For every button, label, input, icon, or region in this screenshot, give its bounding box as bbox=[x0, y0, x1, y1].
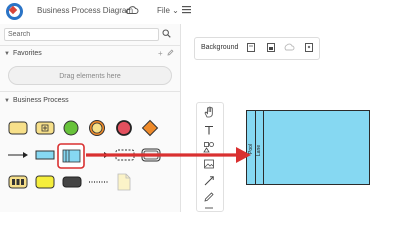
subprocess-icon[interactable] bbox=[35, 120, 55, 136]
intermediate-event-icon[interactable] bbox=[88, 119, 106, 137]
document-icon[interactable] bbox=[116, 172, 132, 192]
document-title[interactable]: Business Process Diagram bbox=[37, 6, 133, 15]
line-icon[interactable] bbox=[203, 175, 215, 187]
background-label: Background bbox=[201, 44, 239, 51]
start-event-icon[interactable] bbox=[62, 119, 80, 137]
search-input[interactable] bbox=[4, 28, 159, 41]
edit-pencil-icon[interactable] bbox=[167, 49, 174, 56]
shapes-icon[interactable] bbox=[203, 141, 215, 153]
conveyor-icon[interactable] bbox=[8, 174, 28, 190]
dark-task-icon[interactable] bbox=[62, 174, 82, 190]
pool-lane-shape[interactable]: Pool Lane bbox=[246, 110, 370, 185]
favorites-label: Favorites bbox=[12, 50, 42, 57]
background-color-icon[interactable] bbox=[266, 42, 276, 53]
gateway-icon[interactable] bbox=[141, 119, 159, 137]
message-flow-icon[interactable] bbox=[88, 148, 110, 162]
background-image-icon[interactable] bbox=[284, 42, 295, 53]
image-icon[interactable] bbox=[203, 158, 215, 170]
pen-icon[interactable] bbox=[203, 191, 215, 203]
divider bbox=[0, 91, 180, 92]
caret-down-icon: ▼ bbox=[4, 98, 10, 104]
data-object-icon[interactable] bbox=[35, 148, 55, 162]
end-event-icon[interactable] bbox=[115, 119, 133, 137]
business-process-label: Business Process bbox=[12, 97, 69, 104]
top-bar: Business Process Diagram File ⌄ bbox=[0, 0, 400, 24]
yellow-task-icon[interactable] bbox=[35, 174, 55, 190]
dotted-association-icon[interactable] bbox=[88, 176, 110, 188]
search-icon[interactable] bbox=[162, 29, 171, 38]
cloud-sync-icon[interactable] bbox=[125, 4, 139, 16]
transaction-icon[interactable] bbox=[141, 147, 161, 163]
divider bbox=[0, 45, 180, 46]
sequence-flow-icon[interactable] bbox=[7, 148, 29, 162]
group-icon[interactable] bbox=[115, 148, 135, 162]
text-icon[interactable] bbox=[203, 124, 215, 136]
caret-down-icon: ▼ bbox=[4, 51, 10, 57]
app-logo[interactable] bbox=[6, 3, 23, 20]
favorites-header[interactable]: ▼ Favorites bbox=[4, 50, 42, 57]
lane-label: Lane bbox=[256, 144, 262, 156]
hamburger-menu-icon[interactable] bbox=[182, 5, 191, 14]
pool-label: Pool bbox=[248, 143, 254, 154]
favorites-actions: + bbox=[158, 49, 174, 58]
chevron-down-icon: ⌄ bbox=[172, 6, 179, 15]
background-grid-icon[interactable] bbox=[304, 42, 314, 53]
more-icon[interactable] bbox=[203, 205, 215, 212]
file-menu[interactable]: File ⌄ bbox=[157, 6, 179, 15]
file-menu-label: File bbox=[157, 6, 170, 15]
business-process-header[interactable]: ▼ Business Process bbox=[4, 97, 69, 104]
rounded-task-icon[interactable] bbox=[8, 120, 28, 136]
add-favorite-button[interactable]: + bbox=[158, 49, 163, 58]
favorites-dropzone[interactable]: Drag elements here bbox=[8, 66, 172, 85]
pool-lane-icon[interactable] bbox=[57, 143, 85, 169]
hand-icon[interactable] bbox=[203, 106, 215, 118]
background-page-icon[interactable] bbox=[246, 42, 256, 53]
